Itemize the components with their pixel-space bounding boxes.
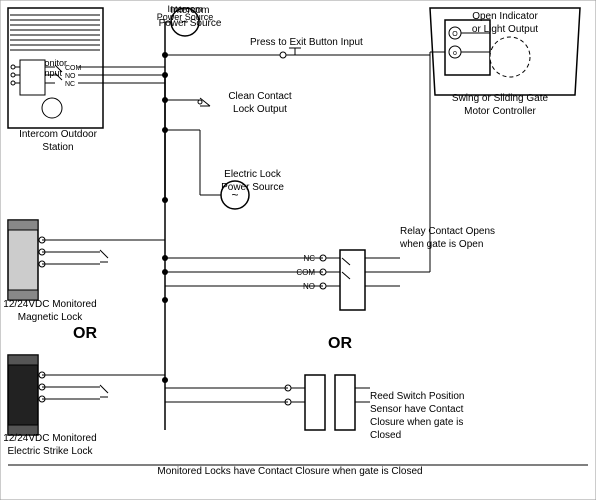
relay-contact-label: Relay Contact Openswhen gate is Open <box>400 225 550 251</box>
electric-strike-label: 12/24VDC MonitoredElectric Strike Lock <box>0 432 100 458</box>
svg-text:NO: NO <box>303 282 315 291</box>
clean-contact-label: Clean ContactLock Output <box>210 90 310 116</box>
svg-text:NO: NO <box>65 73 76 80</box>
electric-lock-power-label: Electric LockPower Source <box>200 168 305 194</box>
open-indicator-label: Open Indicatoror Light Output <box>450 10 560 36</box>
wiring-diagram: Monitor Input COM NO NC ~ Intercom Power <box>0 0 596 500</box>
svg-text:OR: OR <box>73 325 97 342</box>
svg-text:NC: NC <box>65 81 75 88</box>
svg-text:COM: COM <box>296 268 315 277</box>
svg-text:o: o <box>453 50 457 57</box>
intercom-power-label: IntercomPower Source <box>150 4 230 30</box>
svg-text:COM: COM <box>65 65 82 72</box>
svg-text:NC: NC <box>303 254 315 263</box>
magnetic-lock-label: 12/24VDC MonitoredMagnetic Lock <box>0 298 100 324</box>
swing-gate-label: Swing or Sliding GateMotor Controller <box>430 92 570 118</box>
reed-switch-label: Reed Switch PositionSensor have ContactC… <box>370 390 540 442</box>
monitored-locks-label: Monitored Locks have Contact Closure whe… <box>100 465 480 478</box>
press-to-exit-label: Press to Exit Button Input <box>250 36 380 49</box>
svg-text:OR: OR <box>328 335 352 352</box>
intercom-outdoor-label: Intercom Outdoor Station <box>8 128 108 154</box>
